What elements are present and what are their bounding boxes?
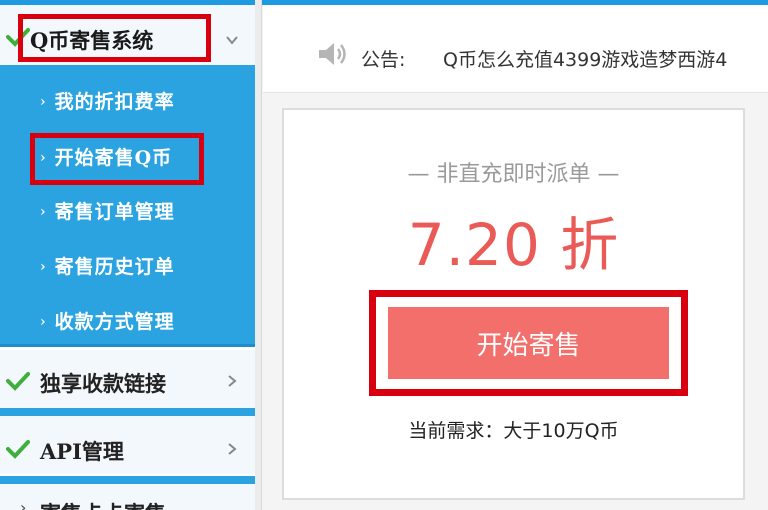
menu-separator <box>0 408 255 416</box>
chevron-right-icon: › <box>20 498 27 510</box>
highlight-box-consign-system <box>18 14 211 62</box>
sidebar-item-discount-rate[interactable]: › 我的折扣费率 <box>40 87 175 114</box>
chevron-right-icon: › <box>40 259 47 275</box>
check-icon <box>6 372 30 391</box>
menu-api-manage-label: API管理 <box>40 439 124 464</box>
notice-bar: 公告: Q币怎么充值4399游戏造梦西游4 <box>263 5 768 93</box>
menu-separator <box>0 476 255 484</box>
menu-exclusive-link-label: 独享收款链接 <box>40 371 166 396</box>
start-consign-button[interactable]: 开始寄售 <box>388 307 669 379</box>
sidebar-item-payment-methods[interactable]: › 收款方式管理 <box>40 307 175 334</box>
sidebar-item-order-manage[interactable]: › 寄售订单管理 <box>40 197 175 224</box>
speaker-icon <box>319 43 346 65</box>
chevron-right-icon: › <box>40 94 47 110</box>
sidebar-item-history-orders[interactable]: › 寄售历史订单 <box>40 252 175 279</box>
highlight-box-start-consign <box>30 133 204 185</box>
menu-exclusive-link[interactable]: 独享收款链接 <box>0 350 255 408</box>
discount-rate: 7.20 折 <box>407 211 620 279</box>
chevron-right-icon: › <box>40 314 47 330</box>
chevron-right-icon[interactable] <box>225 442 239 456</box>
chevron-right-icon[interactable] <box>225 374 239 388</box>
menu-partial-label: 寄售卡卡寄售 <box>40 498 166 510</box>
check-icon <box>6 440 30 459</box>
menu-partial-item[interactable]: › 寄售卡卡寄售 <box>0 484 255 510</box>
consign-card: — 非直充即时派单 — 7.20 折 开始寄售 当前需求：大于10万Q币 <box>282 108 745 500</box>
card-subtitle: — 非直充即时派单 — <box>407 162 620 187</box>
notice-text[interactable]: Q币怎么充值4399游戏造梦西游4 <box>443 45 727 72</box>
chevron-down-icon[interactable] <box>225 33 239 47</box>
submenu-consign: › 我的折扣费率 › 开始寄售Q币 › 寄售订单管理 › 寄售历史订单 › 收款方式管理 <box>0 65 255 347</box>
current-demand: 当前需求：大于10万Q币 <box>408 420 619 442</box>
sidebar-scroll-divider[interactable] <box>255 0 262 510</box>
menu-api-manage[interactable]: API管理 <box>0 416 255 474</box>
highlight-box-start-button: 开始寄售 <box>369 290 688 396</box>
chevron-right-icon: › <box>40 204 47 220</box>
notice-label: 公告: <box>361 49 406 71</box>
